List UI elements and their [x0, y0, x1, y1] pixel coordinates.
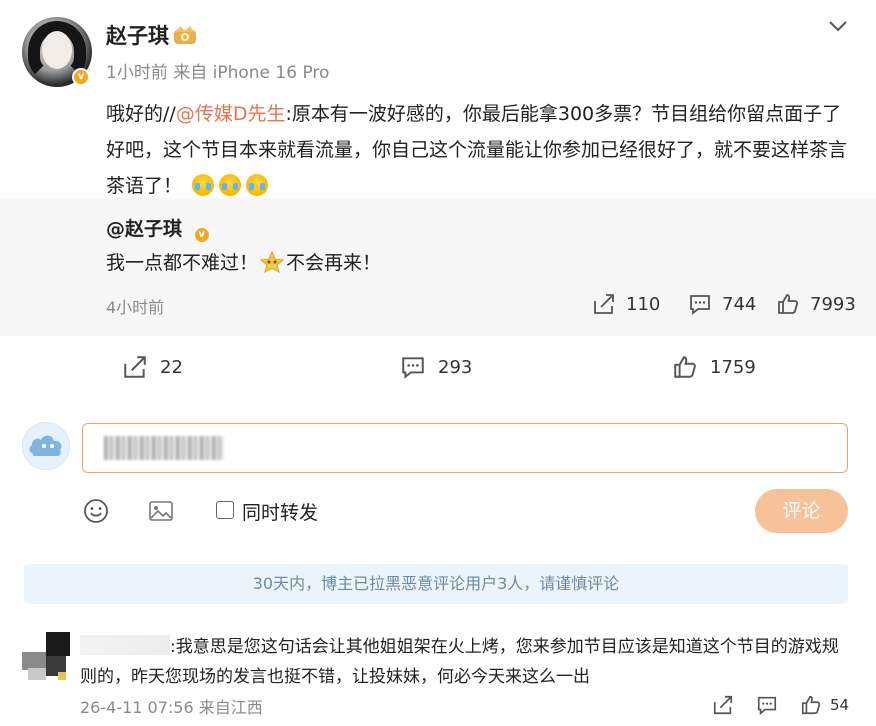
quoted-time: 4小时前: [106, 298, 165, 317]
quoted-text-b: 不会再来！: [286, 252, 382, 274]
verified-icon: v: [192, 226, 211, 244]
post-text: 哦好的//@传媒D先生:原本有一波好感的，你最后能拿300多票？节目组给你留点面…: [106, 96, 854, 204]
blurred-commenter-name: [80, 635, 170, 655]
sparkle-emoji-icon: [260, 251, 285, 273]
comment-body: :我意思是您这句话会让其他姐姐架在火上烤，您来参加节目应该是知道这个节目的游戏规…: [80, 637, 839, 687]
comment-count: 293: [438, 356, 473, 378]
repost-icon: [122, 354, 148, 380]
quoted-author[interactable]: @赵子琪 v: [106, 214, 211, 244]
like-icon[interactable]: [800, 694, 822, 716]
mention-link[interactable]: @传媒D先生: [176, 103, 286, 125]
like-icon: [776, 292, 800, 316]
quoted-author-name[interactable]: @赵子琪: [106, 218, 182, 240]
quoted-text-a: 我一点都不难过！: [106, 252, 259, 274]
quoted-repost-count: 110: [626, 293, 661, 315]
verified-icon: v: [72, 68, 90, 86]
crying-emoji-icon: [192, 174, 215, 196]
quoted-like-count: 7993: [810, 293, 856, 315]
like-button[interactable]: 1759: [672, 354, 756, 380]
emoji-icon[interactable]: [83, 498, 109, 524]
post-meta: 1小时前 来自 iPhone 16 Pro: [106, 63, 330, 83]
repost-checkbox[interactable]: [216, 501, 234, 519]
crying-emoji-icon: [246, 174, 269, 196]
like-count: 1759: [710, 356, 756, 378]
quoted-comment-button[interactable]: 744: [688, 292, 756, 316]
submit-comment-button[interactable]: 评论: [755, 489, 848, 533]
repost-count: 22: [160, 356, 183, 378]
block-notice: 30天内，博主已拉黑恶意评论用户3人，请谨慎评论: [24, 564, 848, 604]
comment-meta: 26-4-11 07:56 来自江西: [80, 698, 263, 717]
comment-text: :我意思是您这句话会让其他姐姐架在火上烤，您来参加节目应该是知道这个节目的游戏规…: [80, 632, 850, 692]
comment-like-count: 54: [830, 696, 850, 714]
comment-icon: [688, 292, 712, 316]
blurred-input-text: [104, 436, 224, 460]
quoted-like-button[interactable]: 7993: [776, 292, 856, 316]
like-icon: [672, 354, 698, 380]
current-user-avatar: [22, 422, 70, 470]
repost-icon: [592, 292, 616, 316]
repost-button[interactable]: 22: [122, 354, 183, 380]
share-icon[interactable]: [712, 694, 734, 716]
comment-icon: [400, 354, 426, 380]
author-name[interactable]: 赵子琪: [106, 20, 169, 50]
chevron-down-icon[interactable]: [826, 14, 850, 38]
repost-checkbox-label[interactable]: 同时转发: [242, 498, 318, 525]
image-icon[interactable]: [148, 498, 174, 524]
quoted-text: 我一点都不难过！ 不会再来！: [106, 248, 381, 275]
crying-emoji-icon: [219, 174, 242, 196]
commenter-avatar[interactable]: [22, 632, 70, 680]
quoted-repost-button[interactable]: 110: [592, 292, 660, 316]
post-text-prefix: 哦好的//: [106, 103, 176, 125]
quoted-comment-count: 744: [722, 293, 757, 315]
comment-button[interactable]: 293: [400, 354, 472, 380]
crown-icon: [172, 24, 198, 46]
comment-icon[interactable]: [756, 694, 778, 716]
